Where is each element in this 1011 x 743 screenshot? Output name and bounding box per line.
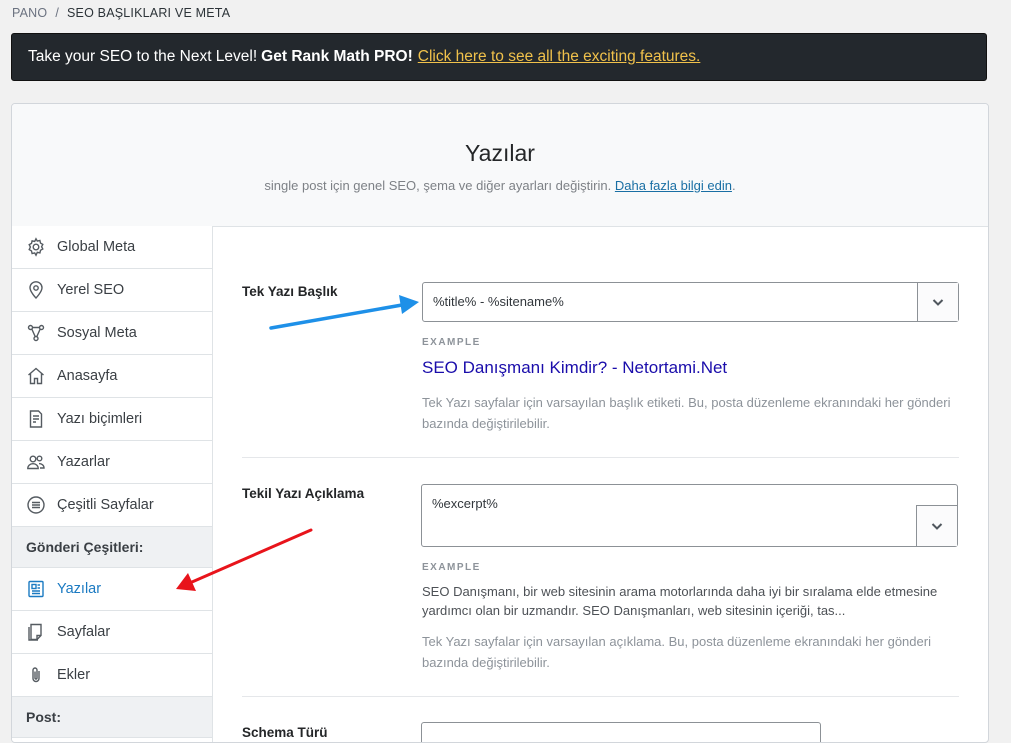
promo-link[interactable]: Click here to see all the exciting featu… [418, 48, 701, 66]
list-circle-icon [26, 495, 46, 515]
subtitle-suffix: . [731, 178, 736, 193]
settings-sidebar: Global Meta Yerel SEO Sosyal Meta Anasay… [12, 226, 213, 742]
description-preview: SEO Danışmanı, bir web sitesinin arama m… [422, 584, 938, 618]
page-subtitle: single post için genel SEO, şema ve diğe… [12, 178, 988, 193]
chevron-down-icon [932, 299, 944, 306]
sidebar-item-label: Yazılar [57, 581, 102, 597]
learn-more-link[interactable]: Daha fazla bilgi edin [615, 178, 732, 193]
users-icon [26, 452, 46, 472]
single-post-description-input[interactable]: %excerpt% [421, 484, 958, 547]
settings-panel: Yazılar single post için genel SEO, şema… [11, 103, 989, 743]
single-post-title-label: Tek Yazı Başlık [242, 284, 338, 299]
share-nodes-icon [26, 323, 46, 343]
sidebar-item-misc-pages[interactable]: Çeşitli Sayfalar [12, 484, 212, 527]
single-post-title-input[interactable]: %title% - %sitename% [422, 282, 959, 322]
sidebar-item-label: Anasayfa [57, 368, 118, 384]
subtitle-text: single post için genel SEO, şema ve diğe… [264, 178, 612, 193]
title-example-label: EXAMPLE [422, 337, 481, 348]
panel-header: Yazılar single post için genel SEO, şema… [12, 104, 988, 227]
divider [242, 696, 959, 697]
settings-content: Tek Yazı Başlık %title% - %sitename% EXA… [213, 226, 988, 742]
sidebar-item-social-meta[interactable]: Sosyal Meta [12, 312, 212, 355]
sidebar-item-label: Çeşitli Sayfalar [57, 497, 154, 513]
title-variables-button[interactable] [917, 283, 958, 321]
sidebar-item-label: Yazı biçimleri [57, 411, 143, 427]
sidebar-item-posts[interactable]: Yazılar [12, 568, 212, 611]
sidebar-item-homepage[interactable]: Anasayfa [12, 355, 212, 398]
paperclip-icon [26, 665, 46, 685]
sidebar-item-authors[interactable]: Yazarlar [12, 441, 212, 484]
sidebar-item-local-seo[interactable]: Yerel SEO [12, 269, 212, 312]
sidebar-item-label: Sayfalar [57, 624, 111, 640]
title-help-text: Tek Yazı sayfalar için varsayılan başlık… [422, 395, 951, 431]
description-input-value: %excerpt% [432, 496, 498, 511]
sidebar-group-post: Post: [12, 697, 212, 738]
sidebar-item-attachments[interactable]: Ekler [12, 654, 212, 697]
page-title: Yazılar [465, 140, 535, 166]
breadcrumb-separator: / [55, 6, 59, 20]
breadcrumb-current: SEO BAŞLIKLARI VE META [67, 6, 231, 20]
sidebar-item-label: Yazarlar [57, 454, 110, 470]
sidebar-item-pages[interactable]: Sayfalar [12, 611, 212, 654]
description-help-text: Tek Yazı sayfalar için varsayılan açıkla… [422, 634, 931, 670]
breadcrumb-home-link[interactable]: PANO [12, 6, 47, 20]
sidebar-item-label: Ekler [57, 667, 91, 683]
sidebar-item-global-meta[interactable]: Global Meta [12, 226, 212, 269]
document-icon [26, 409, 46, 429]
sidebar-item-label: Yerel SEO [57, 282, 125, 298]
title-input-value: %title% - %sitename% [433, 294, 564, 309]
home-icon [26, 366, 46, 386]
page-icon [26, 622, 46, 642]
post-icon [26, 579, 46, 599]
promo-strong-text: Get Rank Math PRO! [261, 48, 413, 65]
pro-promo-banner: Take your SEO to the Next Level! Get Ran… [11, 33, 987, 81]
chevron-down-icon [931, 523, 943, 530]
gear-icon [26, 237, 46, 257]
map-pin-icon [26, 280, 46, 300]
single-post-description-label: Tekil Yazı Açıklama [242, 486, 365, 501]
sidebar-group-post-types: Gönderi Çeşitleri: [12, 527, 212, 568]
sidebar-item-post-formats[interactable]: Yazı biçimleri [12, 398, 212, 441]
description-variables-button[interactable] [916, 505, 957, 546]
promo-lead-text: Take your SEO to the Next Level! [28, 48, 258, 65]
description-example-label: EXAMPLE [422, 562, 481, 573]
sidebar-item-label: Sosyal Meta [57, 325, 137, 341]
title-preview: SEO Danışmanı Kimdir? - Netortami.Net [422, 358, 728, 377]
sidebar-item-label: Global Meta [57, 239, 136, 255]
divider [242, 457, 959, 458]
breadcrumb: PANO / SEO BAŞLIKLARI VE META [12, 5, 230, 21]
